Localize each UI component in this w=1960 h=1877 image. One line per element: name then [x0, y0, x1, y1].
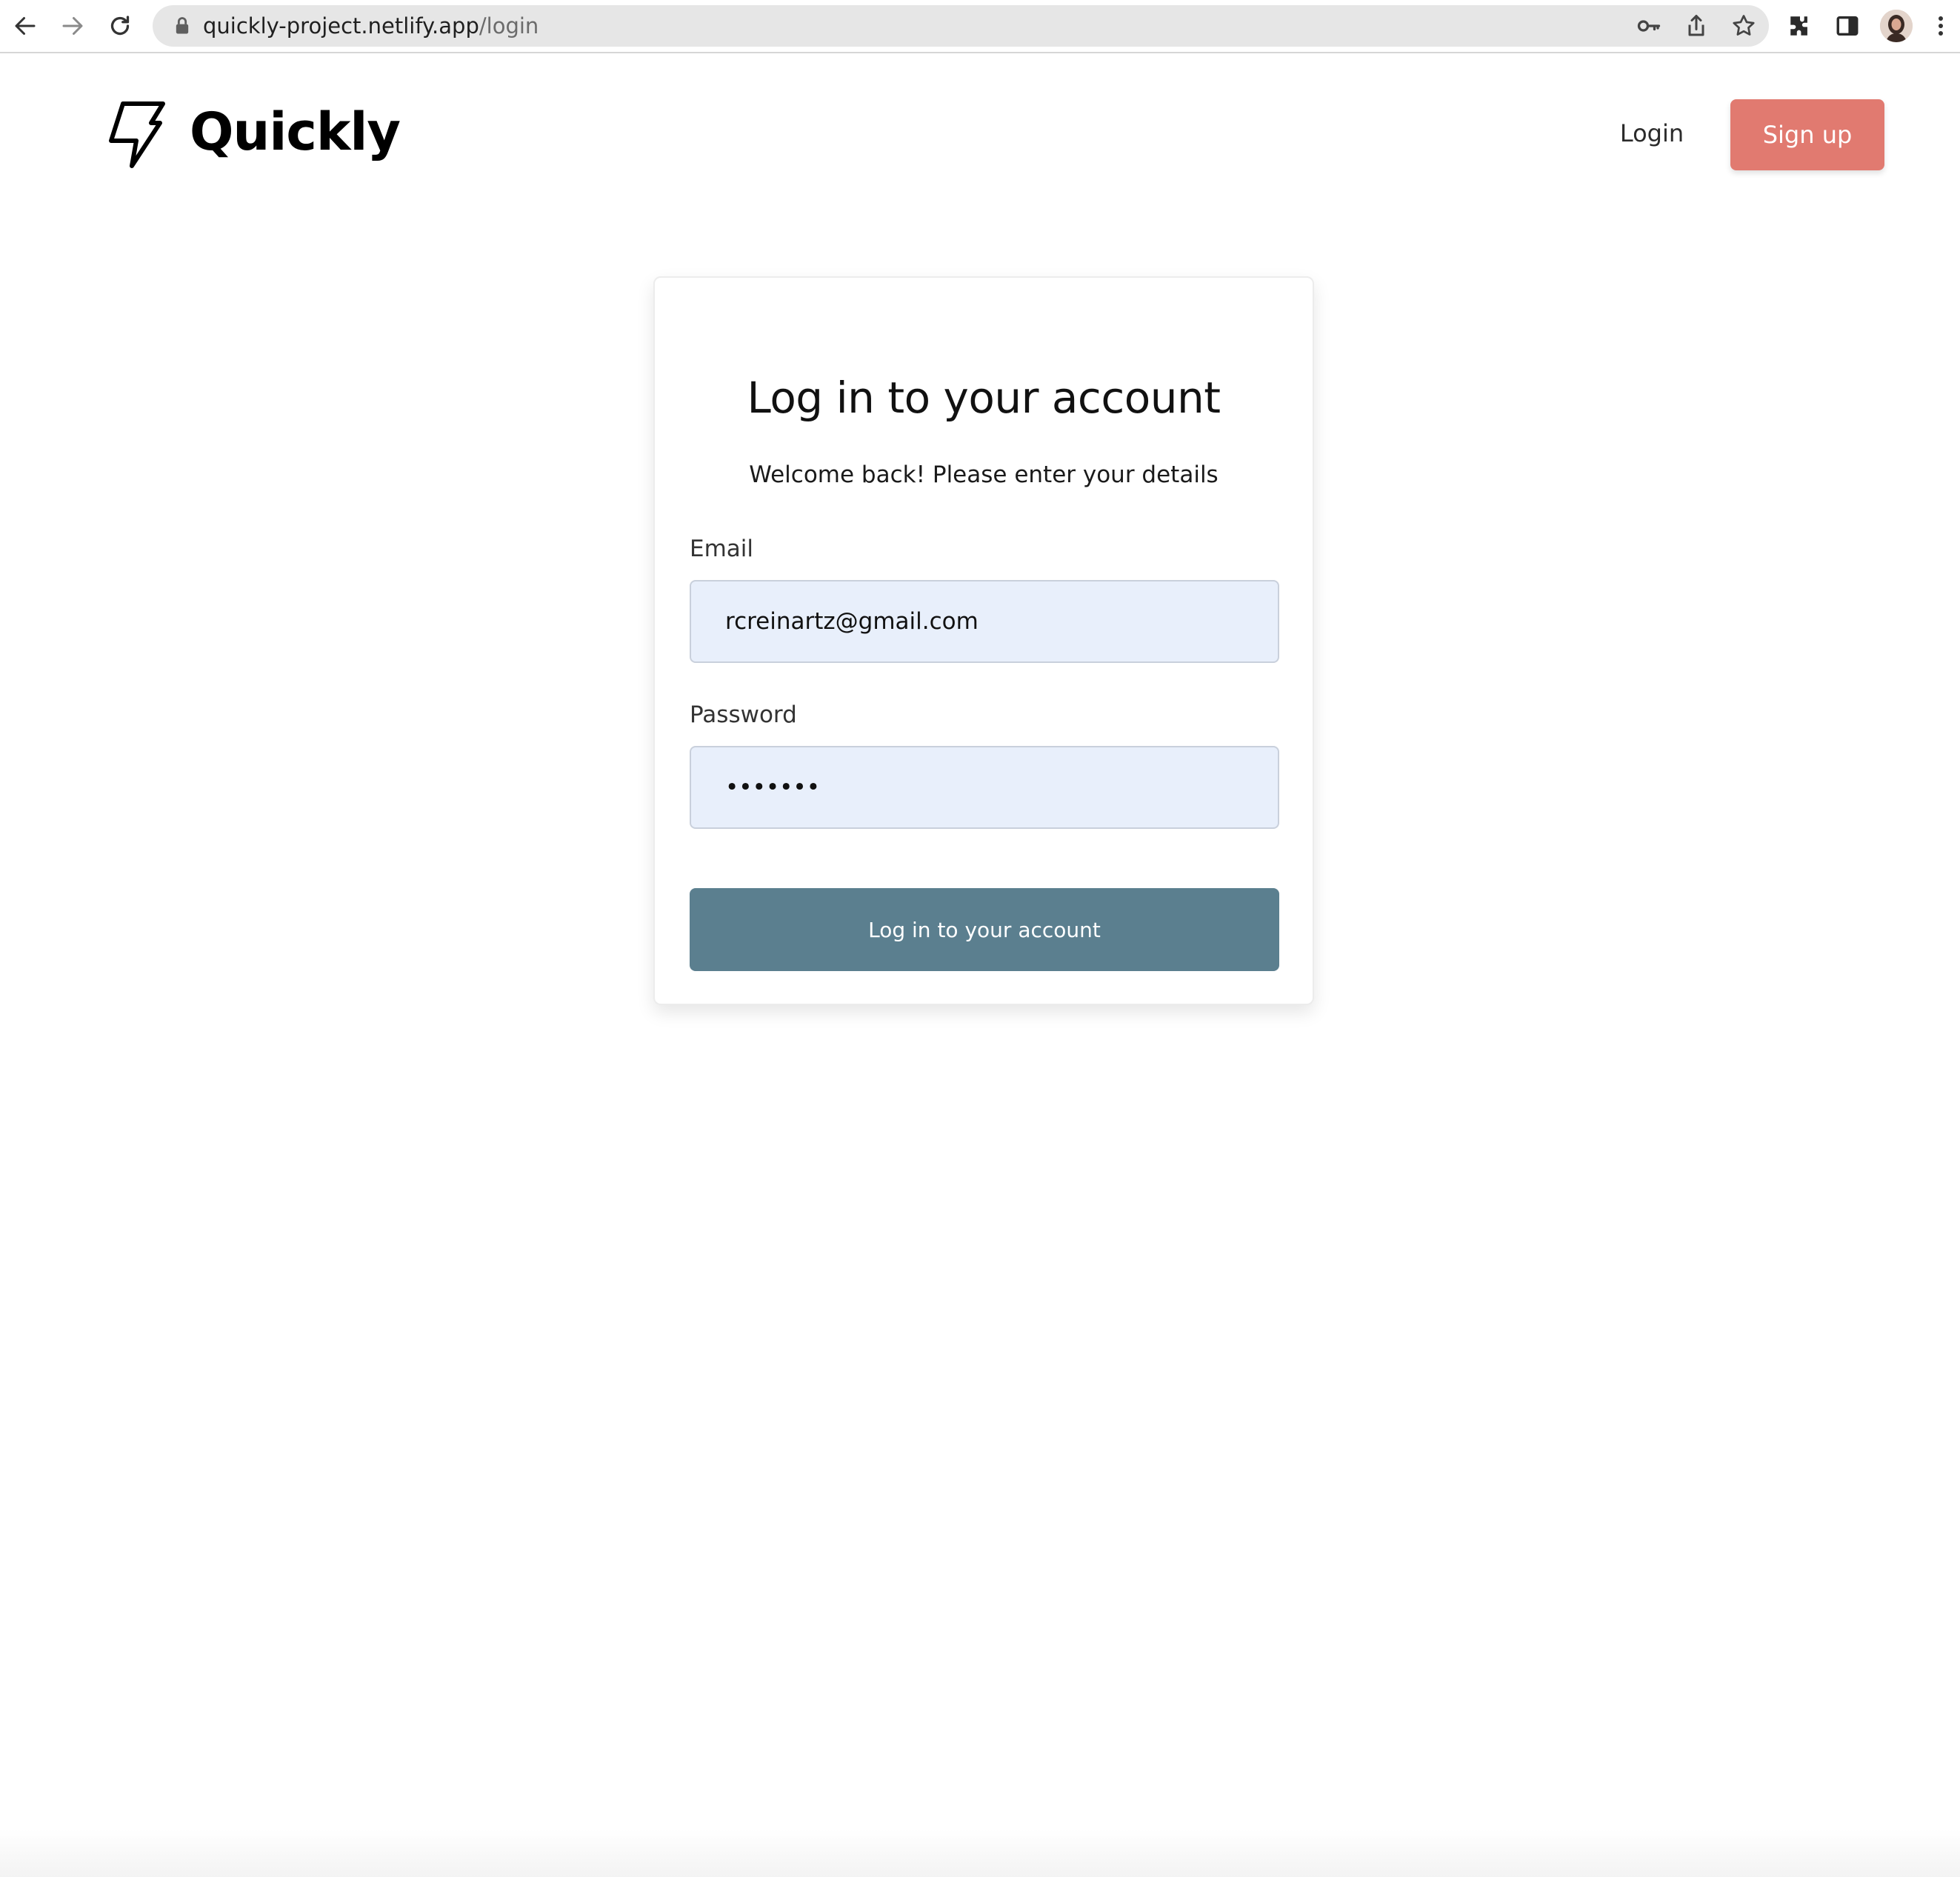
- more-vert-icon[interactable]: [1933, 11, 1948, 41]
- login-card: Log in to your account Welcome back! Ple…: [653, 276, 1314, 1005]
- page-title: Log in to your account: [747, 373, 1221, 423]
- reload-icon[interactable]: [105, 11, 135, 41]
- address-bar[interactable]: quickly-project.netlify.app/login: [153, 5, 1769, 47]
- password-label: Password: [690, 701, 797, 728]
- extensions-icon[interactable]: [1785, 11, 1815, 41]
- share-icon[interactable]: [1683, 13, 1710, 39]
- url-host: quickly-project.netlify.app: [203, 13, 479, 39]
- side-panel-icon[interactable]: [1833, 11, 1862, 41]
- forward-arrow-icon[interactable]: [58, 11, 87, 41]
- page-subtitle: Welcome back! Please enter your details: [749, 461, 1219, 488]
- lock-icon: [176, 17, 189, 34]
- brand-name[interactable]: Quickly: [190, 98, 401, 166]
- key-icon[interactable]: [1636, 13, 1662, 39]
- profile-avatar[interactable]: [1880, 10, 1913, 42]
- password-field[interactable]: [690, 746, 1279, 829]
- nav-login-link[interactable]: Login: [1613, 111, 1690, 156]
- lightning-bolt-logo-icon[interactable]: [107, 101, 167, 169]
- email-label: Email: [690, 536, 754, 562]
- browser-toolbar: quickly-project.netlify.app/login: [0, 0, 1960, 53]
- url-text: quickly-project.netlify.app/login: [203, 5, 539, 47]
- signup-button[interactable]: Sign up: [1730, 99, 1884, 170]
- url-path: /login: [479, 13, 539, 39]
- star-icon[interactable]: [1730, 13, 1757, 39]
- login-submit-button[interactable]: Log in to your account: [690, 888, 1279, 971]
- back-arrow-icon[interactable]: [10, 11, 40, 41]
- page-bottom-edge: [0, 1830, 1960, 1877]
- email-field[interactable]: [690, 580, 1279, 663]
